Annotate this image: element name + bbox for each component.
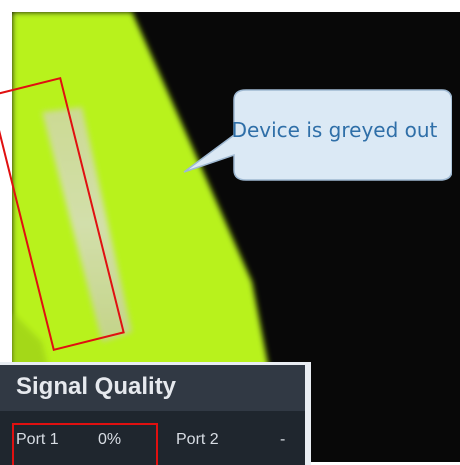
signal-quality-header: Signal Quality <box>0 365 305 411</box>
port-2-value: - <box>280 431 286 448</box>
callout-bubble <box>183 89 452 181</box>
signal-quality-title: Signal Quality <box>16 373 177 400</box>
port-1-highlight-box <box>12 423 158 465</box>
port-2-label: Port 2 <box>176 431 219 448</box>
callout-text: Device is greyed out <box>231 118 438 142</box>
